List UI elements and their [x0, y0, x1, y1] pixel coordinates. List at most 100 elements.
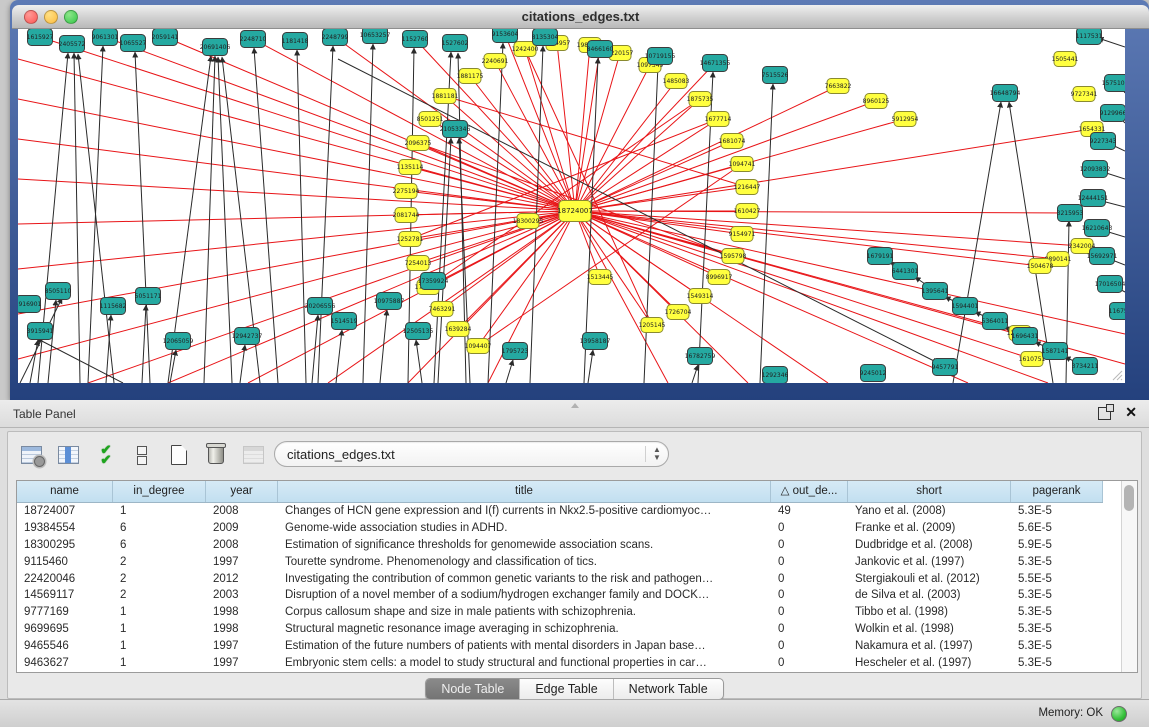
graph-node[interactable]: 1726704 — [665, 305, 692, 320]
graph-node[interactable]: 15692971 — [1087, 248, 1118, 265]
graph-node[interactable]: 1395641 — [922, 283, 949, 300]
graph-node[interactable]: 14671355 — [700, 55, 731, 72]
graph-node[interactable]: 7515526 — [762, 67, 789, 84]
graph-node[interactable]: 1152760 — [402, 31, 429, 48]
graph-node[interactable]: 12093832 — [1080, 161, 1111, 178]
graph-node[interactable]: 1594401 — [952, 298, 979, 315]
graph-node[interactable]: 1514519 — [331, 313, 358, 330]
graph-node[interactable]: 2248710 — [240, 31, 267, 48]
graph-node[interactable]: 1485083 — [663, 74, 690, 89]
graph-node[interactable]: 1292346 — [762, 367, 789, 384]
graph-node[interactable]: 9129966 — [1100, 105, 1125, 122]
graph-node[interactable]: 1216447 — [734, 180, 761, 195]
graph-node[interactable]: 3734211 — [1072, 358, 1099, 375]
column-visibility-button[interactable] — [55, 442, 81, 468]
graph-node[interactable]: 2248799 — [322, 29, 349, 46]
graph-node[interactable]: 16782759 — [685, 348, 716, 365]
graph-node[interactable]: 12942737 — [232, 328, 263, 345]
graph-node[interactable]: 17359924 — [418, 273, 449, 290]
table-row[interactable]: 2242004622012Investigating the contribut… — [17, 571, 1103, 588]
graph-node[interactable]: 20691406 — [200, 39, 231, 56]
graph-node[interactable]: 9457791 — [932, 359, 959, 376]
select-columns-button[interactable]: ✔✔ — [92, 442, 118, 468]
graph-node[interactable]: 20206556 — [305, 298, 336, 315]
graph-node[interactable]: 2275194 — [393, 184, 420, 199]
scrollbar-thumb[interactable] — [1124, 485, 1134, 511]
column-header-pagerank[interactable]: pagerank — [1011, 481, 1103, 502]
resize-grip-icon[interactable] — [1111, 369, 1123, 381]
row-options-button[interactable] — [129, 442, 155, 468]
graph-node[interactable]: 8466160 — [587, 41, 614, 58]
table-row[interactable]: 1830029562008Estimation of significance … — [17, 537, 1103, 554]
tab-edge-table[interactable]: Edge Table — [519, 679, 612, 699]
graph-node[interactable]: 10653257 — [360, 29, 391, 44]
graph-node[interactable]: 1065527 — [120, 35, 147, 52]
column-header-short[interactable]: short — [848, 481, 1011, 502]
graph-node[interactable]: 9154971 — [729, 227, 756, 242]
graph-node[interactable]: 9727341 — [1071, 87, 1098, 102]
column-header-year[interactable]: year — [206, 481, 278, 502]
graph-node[interactable]: 8501251 — [417, 112, 444, 127]
graph-node[interactable]: 8505110 — [45, 283, 72, 300]
graph-node[interactable]: 1513445 — [587, 270, 614, 285]
column-header-out_de[interactable]: △ out_de... — [771, 481, 848, 502]
graph-node[interactable]: 1094741 — [729, 157, 756, 172]
graph-node[interactable]: 8135304 — [532, 29, 559, 46]
graph-node[interactable]: 15751074 — [1102, 75, 1125, 92]
graph-node[interactable]: 1181418 — [282, 33, 309, 50]
graph-node[interactable]: 13958187 — [580, 333, 611, 350]
column-header-name[interactable]: name — [17, 481, 113, 502]
network-graph[interactable]: 1872400718811818501251209637511351142275… — [18, 29, 1125, 383]
drag-handle-icon[interactable] — [571, 403, 579, 408]
window-title-bar[interactable]: citations_edges.txt — [12, 5, 1149, 29]
graph-node[interactable]: 1875735 — [687, 92, 714, 107]
table-row[interactable]: 946554611997Estimation of the future num… — [17, 638, 1103, 655]
graph-node[interactable]: 1117531 — [1076, 29, 1103, 45]
graph-node[interactable]: 1639284 — [445, 322, 472, 337]
graph-node[interactable]: 1504678 — [1027, 259, 1054, 274]
table-selector[interactable]: citations_edges.txt ▲▼ — [274, 441, 669, 467]
table-row[interactable]: 1872400712008Changes of HCN gene express… — [17, 503, 1103, 520]
graph-node[interactable]: 3215953 — [1057, 205, 1084, 222]
graph-node[interactable]: 12444151 — [1078, 190, 1109, 207]
table-panel-title-bar[interactable]: Table Panel ✕ — [0, 400, 1149, 428]
graph-node[interactable]: 3915941 — [27, 323, 54, 340]
graph-node[interactable]: 1610427 — [734, 204, 761, 219]
column-header-title[interactable]: title — [278, 481, 771, 502]
graph-node[interactable]: 1527602 — [442, 35, 469, 52]
graph-node[interactable]: 6441301 — [892, 263, 919, 280]
graph-node[interactable]: 1252781 — [397, 232, 424, 247]
graph-node[interactable]: 16648794 — [990, 85, 1021, 102]
graph-node[interactable]: 18300295 — [513, 214, 544, 229]
float-window-icon[interactable] — [1098, 407, 1111, 420]
graph-node[interactable]: 21053346 — [440, 121, 471, 138]
graph-node[interactable]: 9153604 — [492, 29, 519, 43]
vertical-scrollbar[interactable] — [1121, 481, 1137, 672]
graph-node[interactable]: 1587141 — [1042, 343, 1069, 360]
graph-node[interactable]: 1115682 — [100, 298, 127, 315]
table-row[interactable]: 1938455462009Genome-wide association stu… — [17, 520, 1103, 537]
graph-node[interactable]: 1549314 — [687, 289, 714, 304]
graph-node[interactable]: 16210643 — [1082, 220, 1113, 237]
graph-node[interactable]: 1167531 — [1109, 303, 1125, 320]
graph-node[interactable]: 5364011 — [982, 313, 1009, 330]
graph-node[interactable]: 10975887 — [374, 293, 405, 310]
graph-node[interactable]: 7254013 — [405, 256, 432, 271]
table-row[interactable]: 977716911998Corpus callosum shape and si… — [17, 604, 1103, 621]
graph-node[interactable]: 2405572 — [59, 36, 86, 53]
graph-node[interactable]: 17016504 — [1095, 276, 1125, 293]
graph-node[interactable]: 1681074 — [719, 134, 746, 149]
table-row[interactable]: 1456911722003Disruption of a novel membe… — [17, 587, 1103, 604]
graph-node[interactable]: 1677714 — [705, 112, 732, 127]
network-canvas[interactable]: 1872400718811818501251209637511351142275… — [18, 29, 1125, 383]
graph-hub-node[interactable]: 18724007 — [557, 201, 593, 222]
create-column-button[interactable] — [166, 442, 192, 468]
graph-node[interactable]: 9245012 — [860, 365, 887, 382]
graph-node[interactable]: 12505135 — [403, 323, 434, 340]
tab-network-table[interactable]: Network Table — [613, 679, 723, 699]
graph-node[interactable]: 1881181 — [432, 89, 459, 104]
graph-node[interactable]: 8996917 — [706, 270, 733, 285]
graph-node[interactable]: 1795723 — [502, 343, 529, 360]
tab-node-table[interactable]: Node Table — [426, 679, 519, 699]
graph-node[interactable]: 2240691 — [482, 54, 509, 69]
